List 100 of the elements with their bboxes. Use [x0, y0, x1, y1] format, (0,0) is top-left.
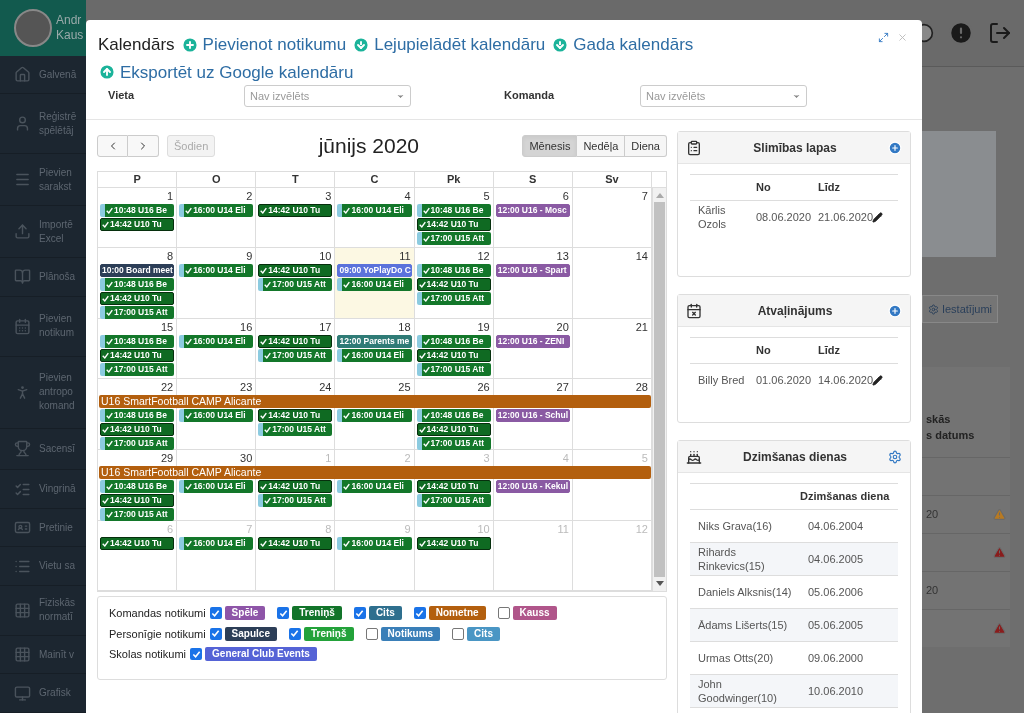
- day-cell[interactable]: 12 10:48 U16 Be 14:42 U10 Tu 17:00 U15 Att: [414, 248, 494, 318]
- calendar-event[interactable]: 09:00 YoPlayDo C: [337, 264, 412, 277]
- day-cell[interactable]: 4 16:00 U14 Eli: [335, 188, 415, 247]
- calendar-event[interactable]: 14:42 U10 Tu: [258, 335, 333, 348]
- day-cell[interactable]: 6 14:42 U10 Tu: [98, 521, 178, 590]
- day-cell[interactable]: 7 16:00 U14 Eli: [177, 521, 257, 590]
- day-cell[interactable]: 13 12:00 U16 - Spart: [493, 248, 573, 318]
- checkbox[interactable]: [288, 627, 301, 640]
- calendar-event[interactable]: 16:00 U14 Eli: [337, 349, 412, 362]
- calendar-event[interactable]: 12:00 U16 - ZENI: [495, 335, 570, 348]
- calendar-event[interactable]: 14:42 U10 Tu: [416, 278, 491, 291]
- calendar-event[interactable]: 17:00 U15 Att: [258, 423, 333, 436]
- calendar-event[interactable]: 12:00 Parents me: [337, 335, 412, 348]
- checkbox[interactable]: [209, 627, 222, 640]
- day-cell[interactable]: 5 10:48 U16 Be 14:42 U10 Tu 17:00 U15 Att: [414, 188, 494, 247]
- day-cell[interactable]: 2 16:00 U14 Eli: [177, 188, 257, 247]
- calendar-event[interactable]: 14:42 U10 Tu: [258, 537, 333, 550]
- calendar-event[interactable]: 14:42 U10 Tu: [416, 218, 491, 231]
- calendar-event[interactable]: 17:00 U15 Att: [416, 437, 491, 450]
- header-link[interactable]: Gada kalendārs: [551, 32, 694, 58]
- calendar-event[interactable]: 16:00 U14 Eli: [179, 537, 254, 550]
- checkbox[interactable]: [452, 627, 465, 640]
- calendar-event[interactable]: 14:42 U10 Tu: [100, 537, 175, 550]
- checkbox[interactable]: [497, 607, 510, 620]
- calendar-event[interactable]: 14:42 U10 Tu: [258, 480, 333, 493]
- day-cell[interactable]: 3 14:42 U10 Tu: [256, 188, 336, 247]
- calendar-event[interactable]: 14:42 U10 Tu: [100, 292, 175, 305]
- calendar-event[interactable]: 17:00 U15 Att: [416, 494, 491, 507]
- calendar-event[interactable]: 10:48 U16 Be: [416, 335, 491, 348]
- checkbox[interactable]: [353, 607, 366, 620]
- scrollbar[interactable]: [652, 188, 666, 591]
- calendar-event[interactable]: 14:42 U10 Tu: [416, 349, 491, 362]
- expand-icon[interactable]: [878, 32, 889, 43]
- calendar-event[interactable]: 14:42 U10 Tu: [100, 349, 175, 362]
- calendar-event[interactable]: 17:00 U15 Att: [100, 306, 175, 319]
- calendar-event[interactable]: 17:00 U15 Att: [416, 292, 491, 305]
- day-cell[interactable]: 17 14:42 U10 Tu 17:00 U15 Att: [256, 319, 336, 378]
- day-cell[interactable]: 10 14:42 U10 Tu: [414, 521, 494, 590]
- calendar-event[interactable]: 14:42 U10 Tu: [258, 204, 333, 217]
- scroll-down-icon[interactable]: [655, 581, 664, 587]
- view-tab[interactable]: Mēnesis: [522, 135, 578, 157]
- calendar-event[interactable]: 12:00 U16 - Schul: [495, 409, 570, 422]
- day-cell[interactable]: 9 16:00 U14 Eli: [177, 248, 257, 318]
- calendar-event[interactable]: 10:48 U16 Be: [100, 278, 175, 291]
- day-cell[interactable]: 19 10:48 U16 Be 14:42 U10 Tu 17:00 U15 Att: [414, 319, 494, 378]
- multi-day-event[interactable]: U16 SmartFootball CAMP Alicante: [99, 466, 651, 479]
- calendar-event[interactable]: 10:48 U16 Be: [100, 480, 175, 493]
- checkbox[interactable]: [413, 607, 426, 620]
- calendar-event[interactable]: 16:00 U14 Eli: [337, 409, 412, 422]
- calendar-event[interactable]: 16:00 U14 Eli: [179, 480, 254, 493]
- checkbox[interactable]: [277, 607, 290, 620]
- day-cell[interactable]: 18 12:00 Parents me 16:00 U14 Eli: [335, 319, 415, 378]
- day-cell[interactable]: 9 16:00 U14 Eli: [335, 521, 415, 590]
- calendar-event[interactable]: 10:00 Board meet: [100, 264, 175, 277]
- checkbox[interactable]: [190, 648, 203, 661]
- calendar-event[interactable]: 16:00 U14 Eli: [337, 537, 412, 550]
- add-icon[interactable]: [888, 140, 902, 155]
- calendar-event[interactable]: 10:48 U16 Be: [100, 335, 175, 348]
- calendar-event[interactable]: 10:48 U16 Be: [100, 409, 175, 422]
- calendar-event[interactable]: 17:00 U15 Att: [100, 508, 175, 521]
- checkbox[interactable]: [365, 627, 378, 640]
- calendar-event[interactable]: 14:42 U10 Tu: [258, 264, 333, 277]
- settings-icon[interactable]: [888, 449, 902, 464]
- calendar-event[interactable]: 10:48 U16 Be: [416, 204, 491, 217]
- calendar-event[interactable]: 16:00 U14 Eli: [179, 264, 254, 277]
- add-icon[interactable]: [888, 303, 902, 318]
- day-cell[interactable]: 10 14:42 U10 Tu 17:00 U15 Att: [256, 248, 336, 318]
- day-cell[interactable]: 8 14:42 U10 Tu: [256, 521, 336, 590]
- calendar-event[interactable]: 14:42 U10 Tu: [258, 409, 333, 422]
- calendar-event[interactable]: 14:42 U10 Tu: [100, 423, 175, 436]
- view-tab[interactable]: Diena: [625, 135, 667, 157]
- multi-day-event[interactable]: U16 SmartFootball CAMP Alicante: [99, 395, 651, 408]
- header-link[interactable]: Lejupielādēt kalendāru: [352, 32, 546, 58]
- calendar-event[interactable]: 17:00 U15 Att: [258, 278, 333, 291]
- calendar-event[interactable]: 16:00 U14 Eli: [337, 278, 412, 291]
- logout-icon[interactable]: [988, 21, 1012, 45]
- select-field[interactable]: Nav izvēlēts: [640, 85, 807, 107]
- scrollbar-thumb[interactable]: [654, 202, 665, 577]
- calendar-event[interactable]: 16:00 U14 Eli: [337, 204, 412, 217]
- view-tab[interactable]: Nedēļa: [577, 135, 626, 157]
- calendar-event[interactable]: 17:00 U15 Att: [416, 232, 491, 245]
- calendar-event[interactable]: 16:00 U14 Eli: [337, 480, 412, 493]
- edit-icon[interactable]: [872, 374, 883, 386]
- calendar-event[interactable]: 17:00 U15 Att: [258, 494, 333, 507]
- header-link[interactable]: Eksportēt uz Google kalendāru: [98, 59, 354, 85]
- calendar-event[interactable]: 14:42 U10 Tu: [100, 218, 175, 231]
- calendar-event[interactable]: 17:00 U15 Att: [100, 437, 175, 450]
- calendar-event[interactable]: 12:00 U16 - Spart: [495, 264, 570, 277]
- calendar-event[interactable]: 16:00 U14 Eli: [179, 409, 254, 422]
- calendar-event[interactable]: 14:42 U10 Tu: [416, 480, 491, 493]
- day-cell[interactable]: 16 16:00 U14 Eli: [177, 319, 257, 378]
- calendar-event[interactable]: 17:00 U15 Att: [100, 363, 175, 376]
- checkbox[interactable]: [209, 607, 222, 620]
- day-cell[interactable]: 6 12:00 U16 - Mosc: [493, 188, 573, 247]
- calendar-event[interactable]: 16:00 U14 Eli: [179, 335, 254, 348]
- calendar-event[interactable]: 10:48 U16 Be: [100, 204, 175, 217]
- day-cell[interactable]: 8 10:00 Board meet 10:48 U16 Be 14:42 U10 Tu 17:00 U15 Att: [98, 248, 178, 318]
- day-cell[interactable]: 1 10:48 U16 Be 14:42 U10 Tu: [98, 188, 178, 247]
- calendar-event[interactable]: 10:48 U16 Be: [416, 264, 491, 277]
- calendar-event[interactable]: 14:42 U10 Tu: [416, 537, 491, 550]
